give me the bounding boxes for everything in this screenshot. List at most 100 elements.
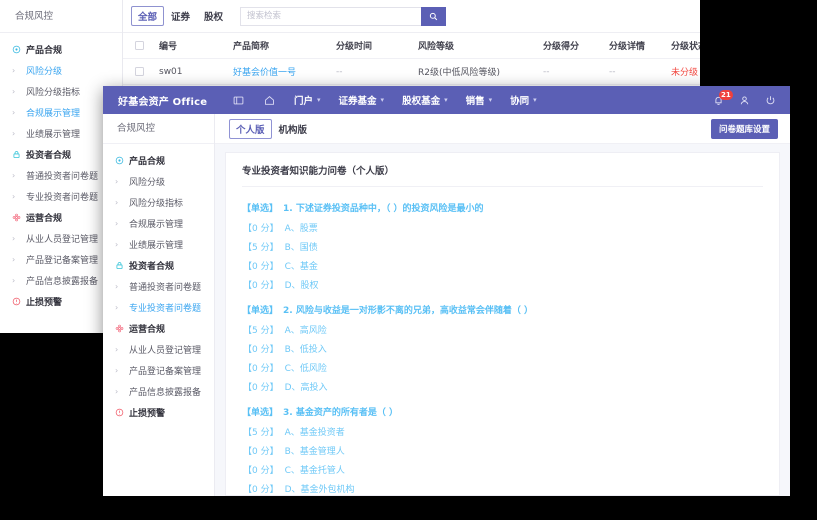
cell-detail: -- [609,67,671,77]
front-sidebar-list: 产品合规›风险分级›风险分级指标›合规展示管理›业绩展示管理投资者合规›普通投资… [103,144,214,423]
question-bank-settings-button[interactable]: 问卷题库设置 [711,119,778,139]
version-tab-0[interactable]: 个人版 [229,119,272,139]
select-all-cell[interactable] [123,41,159,50]
sidebar-item-1[interactable]: ›风险分级 [0,60,122,81]
chevron-right-icon: › [115,241,129,249]
sidebar-item-label: 合规展示管理 [129,217,183,230]
chevron-down-icon: ▾ [444,96,448,104]
status-badge: 未分级 [671,65,700,78]
question-text[interactable]: 【单选】1. 下述证券投资品种中，（ ）的投资风险是最小的 [242,201,763,214]
question-option-0[interactable]: 【5 分】A、基金投资者 [242,425,763,438]
cell-time: -- [336,67,418,77]
question-type-tag: 【单选】 [242,204,278,214]
sidebar-item-9[interactable]: ›从业人员登记管理 [103,339,214,360]
questionnaire-panel: 专业投资者知识能力问卷（个人版） 【单选】1. 下述证券投资品种中，（ ）的投资… [215,144,790,496]
search-input[interactable] [240,7,421,26]
power-icon[interactable] [765,91,776,110]
nav-item-1[interactable]: 证券基金▾ [330,93,394,107]
sidebar-item-0[interactable]: 产品合规 [103,150,214,171]
option-label: A、高风险 [285,326,327,336]
question-option-3[interactable]: 【0 分】D、基金外包机构 [242,482,763,495]
lock-icon [115,261,129,270]
question-option-3[interactable]: 【0 分】D、股权 [242,278,763,291]
option-label: C、低风险 [285,364,327,374]
sidebar-item-label: 产品合规 [26,43,62,56]
sidebar-item-8[interactable]: 运营合规 [103,318,214,339]
question-option-2[interactable]: 【0 分】C、基金托管人 [242,463,763,476]
table-row[interactable]: sw01好基会价值一号--R2级(中低风险等级)----未分级⋮ [123,59,700,85]
nav-item-2[interactable]: 股权基金▾ [393,93,457,107]
sidebar-item-10[interactable]: ›产品登记备案管理 [103,360,214,381]
sidebar-item-label: 产品信息披露报备 [129,385,201,398]
top-navbar: 好基会资产 Office 门户▾证券基金▾股权基金▾销售▾ 协同 ▾ [103,86,790,114]
chevron-right-icon: › [115,367,129,375]
home-icon[interactable] [254,95,285,106]
option-score: 【0 分】 [243,383,279,393]
question-text[interactable]: 【单选】3. 基金资产的所有者是（ ） [242,405,763,418]
question-text[interactable]: 【单选】2. 风险与收益是一对形影不离的兄弟，高收益常会伴随着（ ） [242,303,763,316]
option-score: 【0 分】 [243,364,279,374]
sidebar-item-6[interactable]: ›普通投资者问卷题 [103,276,214,297]
question-option-2[interactable]: 【0 分】 C、低风险 [242,361,763,374]
row-checkbox[interactable] [135,67,144,76]
option-score: 【5 分】 [243,326,279,336]
sidebar-item-label: 投资者合规 [129,259,174,272]
question-option-3[interactable]: 【0 分】D、高投入 [242,380,763,393]
sidebar-item-7[interactable]: ›专业投资者问卷题 [103,297,214,318]
sidebar-item-0[interactable]: 产品合规 [0,39,122,60]
row-select-cell[interactable] [123,67,159,76]
question-option-1[interactable]: 【5 分】B、国债 [242,240,763,253]
bell-icon[interactable]: 21 [713,95,724,106]
nav-item-0[interactable]: 门户▾ [285,93,330,107]
select-all-checkbox[interactable] [135,41,144,50]
flower-icon [115,324,129,333]
nav-menu: 门户▾证券基金▾股权基金▾销售▾ 协同 ▾ [223,93,713,107]
filter-tab-0[interactable]: 全部 [131,6,164,26]
question-block-2: 【单选】3. 基金资产的所有者是（ ） 【5 分】A、基金投资者【0 分】B、基金… [242,405,763,495]
question-option-2[interactable]: 【0 分】C、基金 [242,259,763,272]
sidebar-item-5[interactable]: 投资者合规 [103,255,214,276]
nav-item-3[interactable]: 销售▾ [457,93,502,107]
option-score: 【0 分】 [243,485,279,495]
sidebar-item-2[interactable]: ›风险分级指标 [103,192,214,213]
sidebar-item-1[interactable]: ›风险分级 [103,171,214,192]
version-tabbar: 个人版机构版 问卷题库设置 [215,114,790,144]
nav-item-4[interactable]: 协同 ▾ [501,93,546,107]
back-search[interactable] [240,7,446,26]
search-button[interactable] [421,7,446,26]
sidebar-item-label: 运营合规 [26,211,62,224]
back-filter-segments[interactable]: 全部证券股权 [131,6,230,26]
table-header-row: 编号 产品简称 分级时间 风险等级 分级得分 分级详情 分级状态 [123,33,700,59]
sidebar-item-11[interactable]: ›产品信息披露报备 [103,381,214,402]
question-option-0[interactable]: 【0 分】A、股票 [242,221,763,234]
lock-icon [12,150,26,159]
filter-tab-1[interactable]: 证券 [164,7,197,25]
foreground-window[interactable]: 好基会资产 Office 门户▾证券基金▾股权基金▾销售▾ 协同 ▾ [103,86,790,496]
sidebar-item-3[interactable]: ›合规展示管理 [103,213,214,234]
sidebar-item-label: 风险分级 [26,64,62,77]
apps-icon[interactable] [223,95,254,106]
version-tabs[interactable]: 个人版机构版 [229,119,314,139]
col-status: 分级状态 [671,39,700,52]
question-option-0[interactable]: 【5 分】 A、高风险 [242,323,763,336]
table-body: sw01好基会价值一号--R2级(中低风险等级)----未分级⋮ [123,59,700,85]
chevron-down-icon: ▾ [381,96,385,104]
front-body: 合规风控 产品合规›风险分级›风险分级指标›合规展示管理›业绩展示管理投资者合规… [103,114,790,496]
user-icon[interactable] [739,91,750,110]
cell-score: -- [543,67,609,77]
sidebar-item-label: 从业人员登记管理 [129,343,201,356]
notification-badge: 21 [719,90,733,100]
chevron-right-icon: › [115,304,129,312]
question-option-1[interactable]: 【0 分】B、低投入 [242,342,763,355]
brand-logo[interactable]: 好基会资产 Office [103,93,223,108]
chevron-down-icon: ▾ [533,96,537,104]
filter-tab-2[interactable]: 股权 [197,7,230,25]
nav-item-label: 协同 [510,93,529,107]
sidebar-item-4[interactable]: ›业绩展示管理 [103,234,214,255]
sidebar-item-label: 产品合规 [129,154,165,167]
version-tab-1[interactable]: 机构版 [272,120,315,138]
question-option-1[interactable]: 【0 分】B、基金管理人 [242,444,763,457]
sidebar-item-12[interactable]: 止损预警 [103,402,214,423]
cell-name[interactable]: 好基会价值一号 [233,65,336,78]
question-list: 【单选】1. 下述证券投资品种中，（ ）的投资风险是最小的【0 分】A、股票【5… [242,187,763,496]
